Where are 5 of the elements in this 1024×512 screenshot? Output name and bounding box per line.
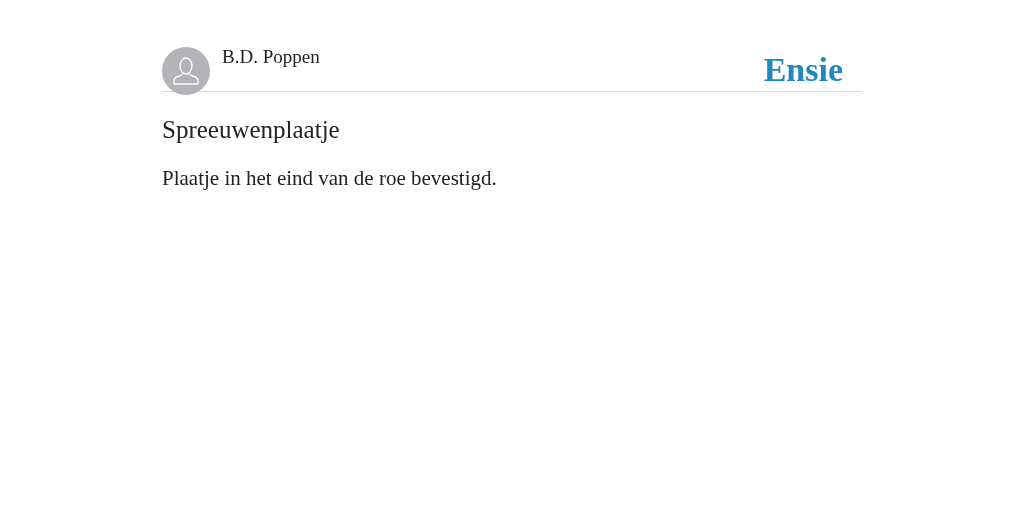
- definition-text: Plaatje in het eind van de roe bevestigd.: [162, 166, 498, 191]
- logo[interactable]: Ensie: [763, 51, 843, 89]
- avatar-icon: [162, 47, 210, 95]
- author-name: B.D. Poppen: [222, 46, 320, 68]
- entry-title: Spreeuwenplaatje: [162, 116, 341, 144]
